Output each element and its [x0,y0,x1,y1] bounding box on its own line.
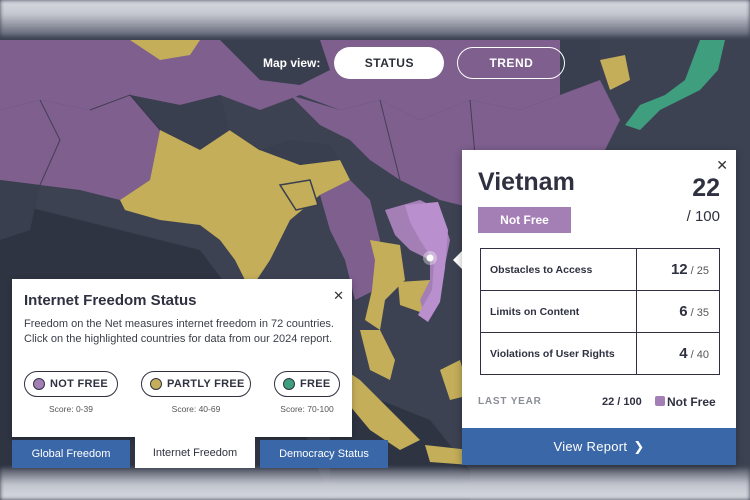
category-max: / 40 [690,349,709,361]
status-toggle-button[interactable]: STATUS [334,47,445,79]
close-icon[interactable]: ✕ [716,157,728,174]
partly-free-dot-icon [150,378,162,390]
category-label: Violations of User Rights [480,332,637,375]
close-icon[interactable]: ✕ [333,288,344,304]
chevron-right-icon: ❯ [633,438,645,454]
category-label: Limits on Content [480,290,637,333]
view-report-label: View Report [553,439,628,454]
category-value-cell: 12/ 25 [636,248,720,291]
legend-score: Score: 40-69 [171,404,221,414]
legend-title: Internet Freedom Status [24,292,197,309]
category-label: Obstacles to Access [480,248,637,291]
legend-label: FREE [300,378,331,390]
last-year-score: 22 / 100 [602,396,642,408]
score-max: / 100 [686,208,720,225]
trend-toggle-button[interactable]: TREND [457,47,566,79]
category-max: / 35 [690,307,709,319]
legend-free-button[interactable]: FREE [274,371,340,397]
legend-score: Score: 0-39 [49,404,93,414]
last-year-status: Not Free [667,395,716,409]
table-row: Violations of User Rights 4/ 40 [480,332,720,375]
table-row: Obstacles to Access 12/ 25 [480,248,720,291]
top-blur [0,0,750,36]
not-free-dot-icon [33,378,45,390]
country-name: Vietnam [478,168,575,196]
free-dot-icon [283,378,295,390]
category-max: / 25 [690,265,709,277]
legend-not-free-button[interactable]: NOT FREE [24,371,118,397]
status-badge: Not Free [478,207,571,233]
tab-internet-freedom[interactable]: Internet Freedom [135,437,255,468]
tab-democracy-status[interactable]: Democracy Status [260,440,388,468]
view-report-button[interactable]: View Report ❯ [462,428,736,465]
category-value-cell: 6/ 35 [636,290,720,333]
legend-description: Freedom on the Net measures internet fre… [24,318,334,345]
category-score-table: Obstacles to Access 12/ 25 Limits on Con… [480,248,720,375]
map-view-toggle: Map view: STATUS TREND [263,47,566,79]
bottom-blur [0,468,750,500]
legend-panel: Internet Freedom Status ✕ Freedom on the… [12,279,352,437]
legend-partly-free-button[interactable]: PARTLY FREE [141,371,251,397]
legend-score: Score: 70-100 [280,404,334,414]
category-value: 4 [679,345,688,362]
tab-global-freedom[interactable]: Global Freedom [12,440,130,468]
category-value: 12 [670,261,688,278]
last-year-label: LAST YEAR [478,396,542,407]
table-row: Limits on Content 6/ 35 [480,290,720,333]
legend-label: PARTLY FREE [167,378,245,390]
country-popup: ✕ Vietnam 22 Not Free / 100 Obstacles to… [462,150,736,465]
category-value: 6 [679,303,688,320]
not-free-swatch-icon [655,396,665,406]
legend-label: NOT FREE [50,378,109,390]
category-value-cell: 4/ 40 [636,332,720,375]
country-score: 22 [692,174,720,202]
map-view-label: Map view: [263,56,321,70]
